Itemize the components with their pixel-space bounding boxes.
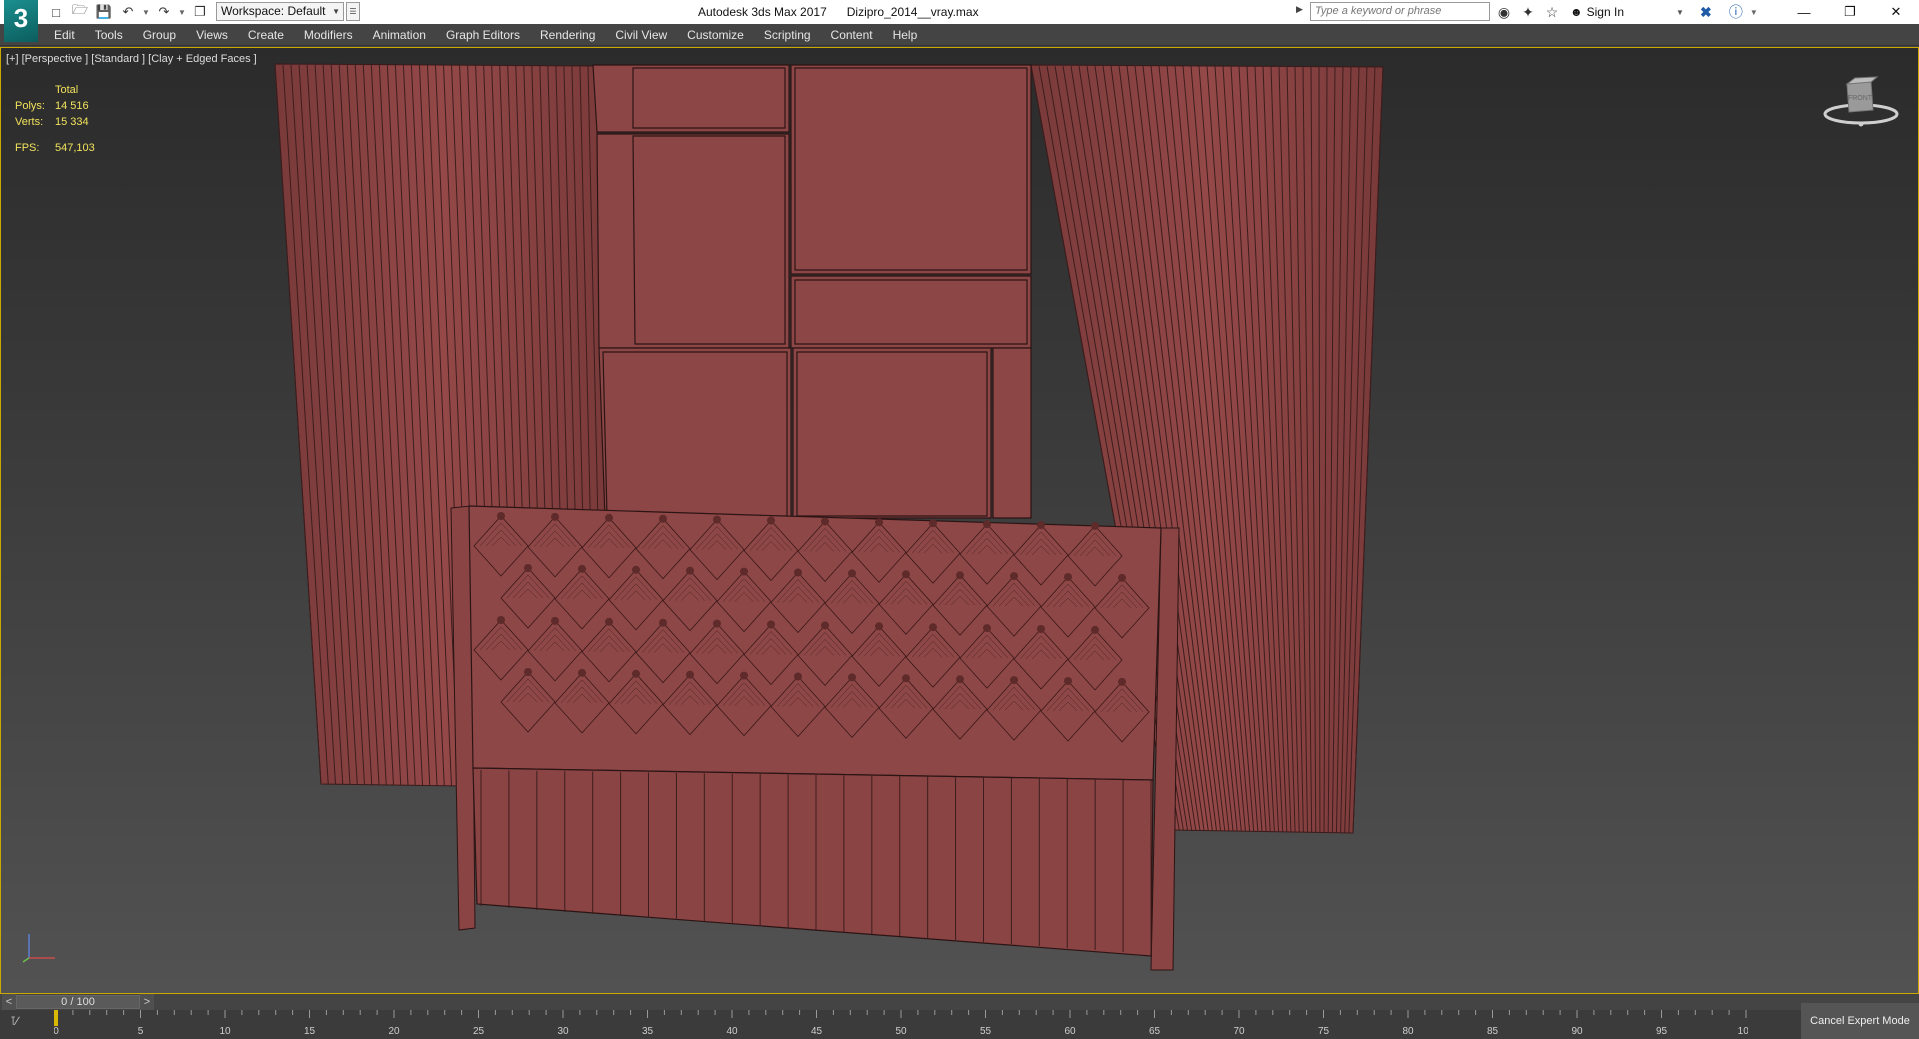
menu-edit[interactable]: Edit [44, 24, 85, 46]
search-expand-icon[interactable]: ▶ [1296, 4, 1303, 15]
track-tick-label: 40 [726, 1026, 738, 1037]
track-tick-label: 10 [219, 1026, 231, 1037]
undo-dropdown-icon[interactable]: ▼ [142, 8, 150, 17]
sign-in-label: Sign In [1586, 5, 1624, 19]
polys-value: 14 516 [55, 100, 89, 112]
chevron-down-icon: ▼ [1676, 7, 1684, 17]
track-tick-label: 20 [388, 1026, 400, 1037]
menu-bar: Edit Tools Group Views Create Modifiers … [0, 24, 1919, 46]
menu-customize[interactable]: Customize [677, 24, 754, 46]
redo-icon[interactable]: ↷ [154, 2, 174, 22]
viewport-label-menu[interactable]: [+] [Perspective ] [Standard ] [Clay + E… [6, 53, 257, 65]
workspace-select[interactable]: Workspace: Default ▼ [216, 2, 344, 21]
track-tick-label: 100 [1738, 1026, 1748, 1037]
menu-animation[interactable]: Animation [363, 24, 436, 46]
track-tick-label: 25 [473, 1026, 485, 1037]
track-tick-label: 75 [1318, 1026, 1330, 1037]
track-tick-label: 60 [1064, 1026, 1076, 1037]
cancel-expert-mode-button[interactable]: Cancel Expert Mode [1801, 1003, 1919, 1039]
curve-editor-toggle-icon[interactable]: ⊺∕ [10, 1014, 18, 1028]
menu-modifiers[interactable]: Modifiers [294, 24, 363, 46]
workspace-label: Workspace: Default [221, 4, 326, 18]
menu-content[interactable]: Content [821, 24, 883, 46]
title-bar: □ 🗁 💾 ↶ ▼ ↷ ▼ ❐ Workspace: Default ▼ ☰ A… [0, 0, 1919, 24]
menu-civil-view[interactable]: Civil View [605, 24, 677, 46]
previous-frame-button[interactable]: < [2, 994, 16, 1010]
stats-header: Total [55, 84, 79, 96]
track-tick-label: 35 [642, 1026, 654, 1037]
current-frame-marker[interactable] [54, 1010, 58, 1026]
menu-graph-editors[interactable]: Graph Editors [436, 24, 530, 46]
help-icon[interactable]: ⓘ [1726, 2, 1746, 22]
verts-value: 15 334 [55, 116, 89, 128]
track-tick-label: 30 [557, 1026, 569, 1037]
track-tick-label: 5 [138, 1026, 144, 1037]
chevron-down-icon: ▼ [332, 7, 340, 16]
menu-rendering[interactable]: Rendering [530, 24, 605, 46]
customize-toolbar-button[interactable]: ☰ [346, 2, 360, 21]
time-slider: < 0 / 100 > [0, 994, 1919, 1010]
track-tick-label: 55 [980, 1026, 992, 1037]
save-icon[interactable]: 💾 [94, 2, 114, 22]
binoculars-icon[interactable]: ◉ [1494, 2, 1514, 22]
scene-canvas[interactable] [1, 48, 1918, 993]
verts-label: Verts: [15, 116, 44, 128]
star-icon[interactable]: ☆ [1542, 2, 1562, 22]
close-button[interactable]: ✕ [1873, 0, 1919, 24]
polys-label: Polys: [15, 100, 45, 112]
restore-button[interactable]: ❐ [1827, 0, 1873, 24]
minimize-button[interactable]: — [1781, 0, 1827, 24]
fps-value: 547,103 [55, 142, 95, 154]
window-title: Autodesk 3ds Max 2017 Dizipro_2014__vray… [698, 5, 979, 19]
track-tick-label: 90 [1571, 1026, 1583, 1037]
window-controls: — ❐ ✕ [1781, 0, 1919, 24]
axis-tripod [22, 934, 55, 963]
track-tick-label: 70 [1233, 1026, 1245, 1037]
wall-panels[interactable] [592, 64, 1032, 519]
viewcube-face-label: FRONT [1848, 95, 1873, 102]
track-bar-row: ⊺∕ 0 5 10 15 20 25 30 35 40 45 50 55 60 65 70 75 80 85 90 9… [0, 1010, 1919, 1039]
menu-tools[interactable]: Tools [85, 24, 133, 46]
user-icon: ☻ [1570, 5, 1583, 19]
statistics-overlay: Total Polys: 14 516 Verts: 15 334 FPS: 547,… [15, 82, 95, 156]
sign-in-button[interactable]: ☻ Sign In ▼ [1570, 5, 1684, 19]
exchange-apps-icon[interactable]: ✖ [1696, 2, 1716, 22]
track-tick-label: 65 [1149, 1026, 1161, 1037]
viewcube[interactable]: FRONT [1821, 76, 1901, 132]
menu-views[interactable]: Views [186, 24, 238, 46]
open-file-icon[interactable]: 🗁 [70, 2, 90, 22]
time-slider-thumb[interactable]: 0 / 100 [16, 995, 140, 1009]
quick-access-toolbar: □ 🗁 💾 ↶ ▼ ↷ ▼ ❐ [46, 2, 210, 22]
communication-center-icon[interactable]: ✦ [1518, 2, 1538, 22]
track-tick-label: 15 [304, 1026, 316, 1037]
menu-group[interactable]: Group [133, 24, 186, 46]
menu-help[interactable]: Help [883, 24, 928, 46]
track-tick-label: 85 [1487, 1026, 1499, 1037]
track-tick-label: 45 [811, 1026, 823, 1037]
menu-scripting[interactable]: Scripting [754, 24, 821, 46]
undo-icon[interactable]: ↶ [118, 2, 138, 22]
new-file-icon[interactable]: □ [46, 2, 66, 22]
search-input[interactable]: Type a keyword or phrase [1310, 2, 1490, 21]
next-frame-button[interactable]: > [140, 994, 154, 1010]
fps-label: FPS: [15, 142, 40, 154]
track-tick-label: 50 [895, 1026, 907, 1037]
headboard-base[interactable] [472, 767, 1154, 957]
perspective-viewport[interactable]: [+] [Perspective ] [Standard ] [Clay + E… [0, 47, 1919, 994]
track-tick-label: 0 [54, 1026, 59, 1037]
project-folder-icon[interactable]: ❐ [190, 2, 210, 22]
help-dropdown-icon[interactable]: ▼ [1750, 8, 1758, 17]
track-tick-label: 95 [1656, 1026, 1668, 1037]
menu-create[interactable]: Create [238, 24, 294, 46]
track-tick-label: 80 [1402, 1026, 1414, 1037]
infocenter-toolbar: ◉ ✦ ☆ ☻ Sign In ▼ ✖ ⓘ ▼ [1494, 2, 1758, 22]
track-bar[interactable]: 0 5 10 15 20 25 30 35 40 45 50 55 60 65 70 75 80 85 90 95 10… [54, 1010, 1748, 1039]
app-logo[interactable]: 3 [4, 0, 38, 42]
redo-dropdown-icon[interactable]: ▼ [178, 8, 186, 17]
